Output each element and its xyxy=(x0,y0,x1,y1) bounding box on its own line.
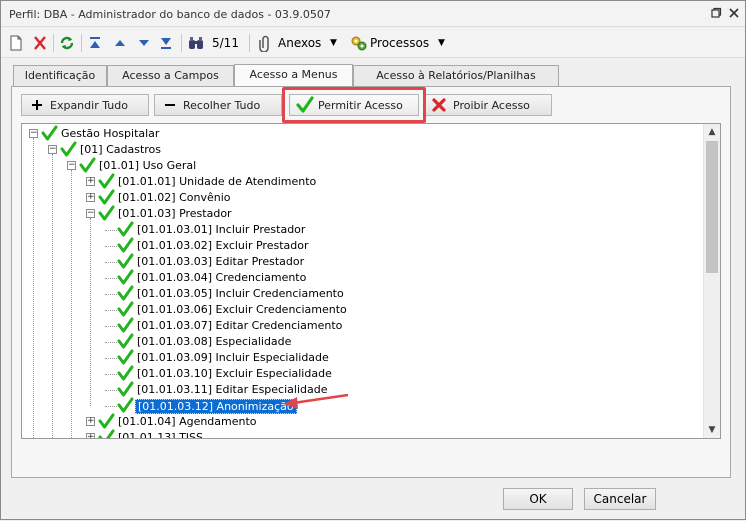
last-record-icon[interactable] xyxy=(159,34,173,52)
deny-access-button[interactable]: Proibir Acesso xyxy=(424,94,552,116)
tree-node-label: [01.01.03.11] Editar Especialidade xyxy=(137,383,328,396)
collapse-node-icon[interactable]: − xyxy=(29,129,38,138)
restore-icon[interactable] xyxy=(709,7,723,21)
scroll-thumb[interactable] xyxy=(706,141,718,273)
tab-acesso-menus[interactable]: Acesso a Menus xyxy=(234,64,353,87)
refresh-icon[interactable] xyxy=(59,34,75,52)
checkmark-icon[interactable] xyxy=(117,397,134,414)
tree-node-label: [01.01.03.08] Especialidade xyxy=(137,335,292,348)
expand-node-icon[interactable]: + xyxy=(86,417,95,426)
checkmark-icon[interactable] xyxy=(117,365,134,382)
checkmark-icon[interactable] xyxy=(117,221,134,238)
scroll-down-arrow-icon[interactable]: ▼ xyxy=(704,422,720,438)
processos-dropdown-icon[interactable]: ▼ xyxy=(438,34,445,52)
binoculars-icon[interactable] xyxy=(188,34,204,52)
scroll-up-arrow-icon[interactable]: ▲ xyxy=(704,124,720,140)
tab-identificacao[interactable]: Identificação xyxy=(13,65,107,86)
expand-node-icon[interactable]: + xyxy=(86,177,95,186)
ok-button[interactable]: OK xyxy=(503,488,573,510)
expand-node-icon[interactable]: + xyxy=(86,433,95,438)
anexos-dropdown-icon[interactable]: ▼ xyxy=(330,34,337,52)
profile-window: Perfil: DBA - Administrador do banco de … xyxy=(0,0,746,520)
paperclip-icon[interactable] xyxy=(259,34,271,52)
collapse-node-icon[interactable]: − xyxy=(67,161,76,170)
window-title: Perfil: DBA - Administrador do banco de … xyxy=(9,8,331,21)
tree-node-label: [01.01.03.03] Editar Prestador xyxy=(137,255,305,268)
record-counter: 5/11 xyxy=(212,36,239,50)
checkmark-icon[interactable] xyxy=(117,301,134,318)
first-record-icon[interactable] xyxy=(88,34,102,52)
tree-node-label: [01.01.03.02] Excluir Prestador xyxy=(137,239,309,252)
tree-node-label: [01.01.03] Prestador xyxy=(118,207,232,220)
tree-node-label: Gestão Hospitalar xyxy=(61,127,160,140)
checkmark-icon[interactable] xyxy=(98,189,115,206)
tree-node-label: [01] Cadastros xyxy=(80,143,162,156)
checkmark-icon[interactable] xyxy=(60,141,77,158)
minus-icon xyxy=(163,98,177,112)
tree-node-label: [01.01.03.09] Incluir Especialidade xyxy=(137,351,329,364)
title-bar: Perfil: DBA - Administrador do banco de … xyxy=(1,1,745,27)
deny-access-label: Proibir Acesso xyxy=(453,99,530,112)
tree-node-label: [01.01.02] Convênio xyxy=(118,191,231,204)
checkmark-icon[interactable] xyxy=(117,317,134,334)
new-document-icon[interactable] xyxy=(9,34,23,52)
checkmark-icon[interactable] xyxy=(98,429,115,438)
checkmark-icon[interactable] xyxy=(98,413,115,430)
checkmark-icon[interactable] xyxy=(117,237,134,254)
collapse-all-label: Recolher Tudo xyxy=(183,99,261,112)
checkmark-icon[interactable] xyxy=(117,381,134,398)
tree-node-label: [01.01.03.12] Anonimização xyxy=(135,399,297,414)
allow-access-highlight xyxy=(282,87,426,123)
collapse-all-button[interactable]: Recolher Tudo xyxy=(154,94,282,116)
tree-node-label: [01.01.03.06] Excluir Credenciamento xyxy=(137,303,347,316)
tree-node-label: [01.01.03.07] Editar Credenciamento xyxy=(137,319,343,332)
processos-menu[interactable]: Processos xyxy=(370,34,429,52)
checkmark-icon[interactable] xyxy=(117,269,134,286)
checkmark-icon[interactable] xyxy=(117,285,134,302)
tree-node-label: [01.01.03.01] Incluir Prestador xyxy=(137,223,306,236)
next-record-icon[interactable] xyxy=(137,34,151,52)
tree-node-label: [01.01.03.10] Excluir Especialidade xyxy=(137,367,332,380)
checkmark-icon[interactable] xyxy=(117,349,134,366)
delete-icon[interactable] xyxy=(32,34,48,52)
processos-icon[interactable] xyxy=(350,34,368,52)
tree-node-label: [01.01.03.04] Credenciamento xyxy=(137,271,307,284)
checkmark-icon[interactable] xyxy=(117,333,134,350)
x-mark-icon xyxy=(431,97,447,113)
checkmark-icon[interactable] xyxy=(41,125,58,142)
tree-node-label: [01.01.04] Agendamento xyxy=(118,415,257,428)
toolbar: 5/11 Anexos ▼ Processos ▼ xyxy=(1,28,745,58)
tree-node-label: [01.01.01] Unidade de Atendimento xyxy=(118,175,317,188)
checkmark-icon[interactable] xyxy=(98,173,115,190)
checkmark-icon[interactable] xyxy=(79,157,96,174)
expand-node-icon[interactable]: + xyxy=(86,193,95,202)
close-icon[interactable] xyxy=(727,7,741,21)
cancel-button[interactable]: Cancelar xyxy=(584,488,656,510)
collapse-node-icon[interactable]: − xyxy=(86,209,95,218)
tree-node-label: [01.01.03.05] Incluir Credenciamento xyxy=(137,287,344,300)
previous-record-icon[interactable] xyxy=(113,34,127,52)
expand-all-button[interactable]: Expandir Tudo xyxy=(21,94,149,116)
plus-icon xyxy=(30,98,44,112)
collapse-node-icon[interactable]: − xyxy=(48,145,57,154)
checkmark-icon[interactable] xyxy=(117,253,134,270)
expand-all-label: Expandir Tudo xyxy=(50,99,128,112)
tree-node-label: [01.01.13] TISS xyxy=(118,431,203,439)
tree-scrollbar[interactable]: ▲ ▼ xyxy=(703,124,720,438)
tree-node-label: [01.01] Uso Geral xyxy=(99,159,197,172)
tab-acesso-campos[interactable]: Acesso a Campos xyxy=(107,65,234,86)
menu-tree[interactable]: − Gestão Hospitalar − [01] Cadastros − [01.01… xyxy=(21,123,721,439)
tab-acesso-relatorios[interactable]: Acesso à Relatórios/Planilhas xyxy=(353,65,559,86)
anexos-menu[interactable]: Anexos xyxy=(278,34,321,52)
checkmark-icon[interactable] xyxy=(98,205,115,222)
